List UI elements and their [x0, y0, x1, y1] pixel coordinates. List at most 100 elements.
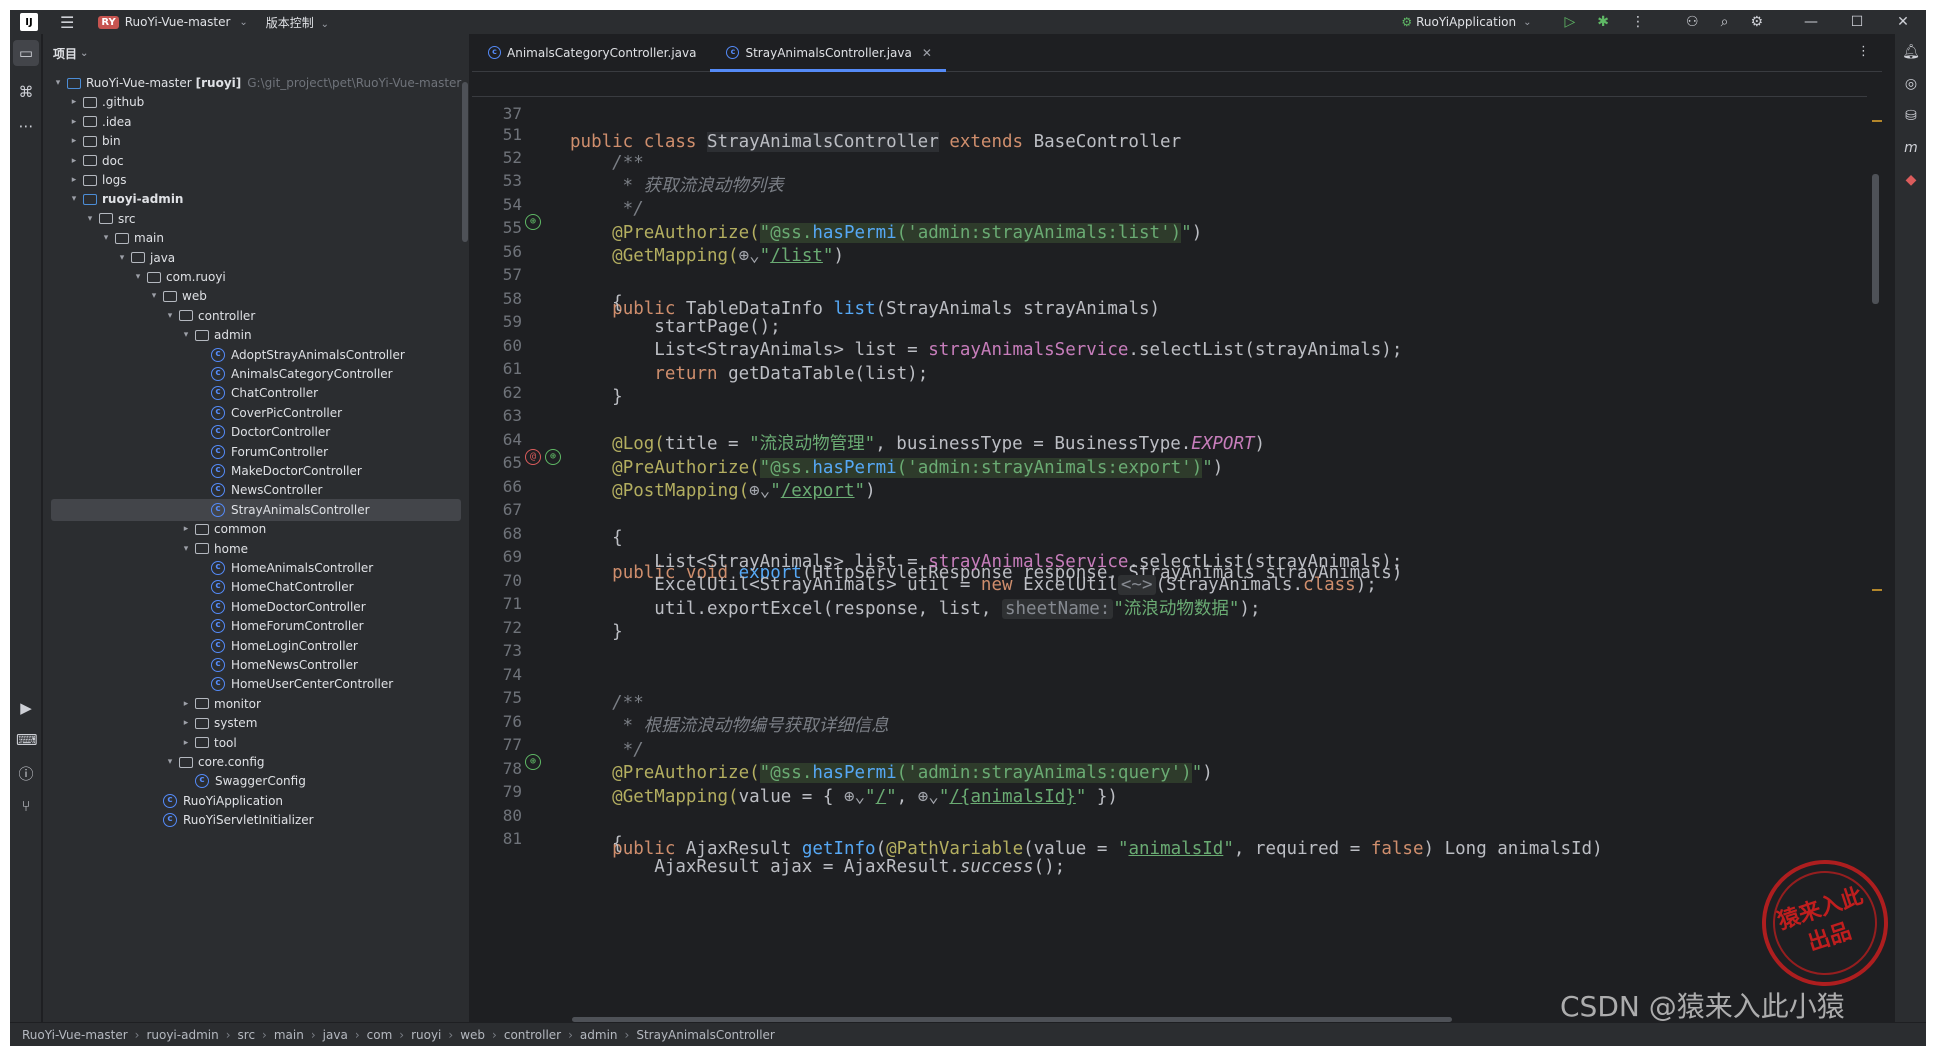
- plugin-icon[interactable]: ◆: [1901, 170, 1921, 190]
- tab-animals-category-controller[interactable]: c AnimalsCategoryController.java: [472, 34, 710, 71]
- line-number: 81: [502, 829, 522, 848]
- warning-marker[interactable]: [1872, 120, 1882, 122]
- breadcrumb-item[interactable]: controller: [504, 1028, 561, 1042]
- tree-item-label: admin: [214, 328, 252, 343]
- endpoint-gutter-icon[interactable]: ⊕: [545, 449, 561, 465]
- tree-item-label: ChatController: [231, 386, 319, 401]
- folder-icon: [83, 116, 97, 128]
- breadcrumb-item[interactable]: RuoYi-Vue-master: [22, 1028, 128, 1042]
- project-panel-scrollbar[interactable]: [462, 82, 468, 242]
- chevron-right-icon[interactable]: ▸: [67, 117, 81, 127]
- project-panel-header[interactable]: 项目 ⌄: [43, 34, 469, 72]
- chevron-right-icon[interactable]: ▸: [67, 175, 81, 185]
- chevron-right-icon[interactable]: ▸: [179, 718, 193, 728]
- close-icon[interactable]: ✕: [922, 46, 932, 60]
- tree-item-label: NewsController: [231, 483, 323, 498]
- run-config-name: RuoYiApplication: [1416, 15, 1517, 29]
- more-tools-icon[interactable]: ⋯: [16, 116, 36, 136]
- more-tabs-icon[interactable]: ⋮: [1857, 44, 1870, 59]
- chevron-right-icon[interactable]: ▸: [67, 136, 81, 146]
- maven-icon[interactable]: m: [1901, 138, 1921, 158]
- minimize-icon[interactable]: —: [1788, 14, 1834, 30]
- tree-item-class[interactable]: c RuoYiServletInitializer: [43, 809, 469, 831]
- endpoint-gutter-icon[interactable]: ⊕: [525, 214, 541, 230]
- chevron-down-icon[interactable]: ▾: [163, 311, 177, 321]
- class-icon: c: [488, 46, 501, 59]
- folder-icon: [195, 737, 209, 749]
- editor-vertical-scrollbar[interactable]: [1872, 174, 1879, 304]
- database-icon[interactable]: ⛁: [1901, 106, 1921, 126]
- search-icon[interactable]: ⌕: [1721, 14, 1729, 30]
- chevron-down-icon[interactable]: ▾: [163, 757, 177, 767]
- chevron-down-icon[interactable]: ▾: [115, 253, 129, 263]
- breadcrumb-item[interactable]: StrayAnimalsController: [636, 1028, 775, 1042]
- tree-item-label: CoverPicController: [231, 405, 343, 420]
- more-actions-icon[interactable]: ⋮: [1631, 14, 1645, 30]
- breadcrumb-item[interactable]: java: [323, 1028, 348, 1042]
- chevron-down-icon[interactable]: ▾: [131, 272, 145, 282]
- chevron-down-icon[interactable]: ▾: [51, 78, 65, 88]
- breadcrumb-item[interactable]: src: [238, 1028, 256, 1042]
- structure-tool-icon[interactable]: ⌘: [16, 82, 36, 102]
- tab-stray-animals-controller[interactable]: c StrayAnimalsController.java ✕: [710, 34, 947, 72]
- override-gutter-icon[interactable]: @: [525, 449, 541, 465]
- tree-item-label: .idea: [102, 114, 132, 129]
- breadcrumb-item[interactable]: main: [274, 1028, 304, 1042]
- folder-icon: [179, 756, 193, 768]
- debug-icon[interactable]: ✱: [1597, 14, 1609, 30]
- breadcrumb-item[interactable]: ruoyi-admin: [146, 1028, 218, 1042]
- chevron-down-icon: ⌄: [80, 47, 89, 59]
- chevron-down-icon: ⌄: [320, 18, 330, 30]
- services-tool-icon[interactable]: ▶: [16, 698, 36, 718]
- chevron-down-icon[interactable]: ▾: [179, 330, 193, 340]
- close-icon[interactable]: ✕: [1880, 14, 1926, 30]
- project-tool-icon[interactable]: ▭: [13, 40, 39, 66]
- tree-item-label: controller: [198, 308, 256, 323]
- chevron-down-icon[interactable]: ▾: [67, 194, 81, 204]
- app-logo-icon[interactable]: IJ: [20, 13, 38, 31]
- vcs-menu[interactable]: 版本控制 ⌄: [266, 14, 329, 31]
- chevron-down-icon[interactable]: ▾: [83, 214, 97, 224]
- breadcrumb-item[interactable]: web: [460, 1028, 485, 1042]
- maximize-icon[interactable]: ☐: [1834, 14, 1880, 30]
- endpoint-gutter-icon[interactable]: ⊕: [525, 754, 541, 770]
- git-tool-icon[interactable]: ⑂: [16, 796, 36, 816]
- folder-icon: [83, 174, 97, 186]
- class-icon: c: [211, 405, 225, 420]
- tree-item-label: tool: [214, 735, 237, 750]
- terminal-tool-icon[interactable]: ⌨: [16, 730, 38, 750]
- project-badge: RY: [98, 15, 119, 29]
- chevron-right-icon[interactable]: ▸: [67, 156, 81, 166]
- chevron-right-icon: ›: [310, 1027, 316, 1042]
- chevron-right-icon[interactable]: ▸: [179, 524, 193, 534]
- tree-item-label: MakeDoctorController: [231, 464, 362, 478]
- project-switcher[interactable]: RY RuoYi-Vue-master ⌄: [98, 15, 248, 29]
- settings-icon[interactable]: ⚙: [1750, 14, 1763, 30]
- notifications-icon[interactable]: 🔔︎: [1901, 42, 1921, 62]
- chevron-down-icon: ⌄: [239, 16, 248, 28]
- add-user-icon[interactable]: ⚇: [1686, 14, 1699, 30]
- breadcrumb-item[interactable]: ruoyi: [411, 1028, 441, 1042]
- chevron-right-icon[interactable]: ▸: [67, 97, 81, 107]
- title-bar: IJ ☰ RY RuoYi-Vue-master ⌄ 版本控制 ⌄ ⚙ RuoY…: [10, 10, 1926, 34]
- code-editor[interactable]: c AnimalsCategoryController.java c Stray…: [472, 34, 1882, 1022]
- tree-item-label: HomeUserCenterController: [231, 677, 394, 692]
- main-menu-icon[interactable]: ☰: [60, 13, 74, 32]
- problems-tool-icon[interactable]: ⓘ: [16, 764, 36, 784]
- chevron-down-icon[interactable]: ▾: [147, 291, 161, 301]
- ai-assistant-icon[interactable]: ◎: [1901, 74, 1921, 94]
- run-config-selector[interactable]: ⚙ RuoYiApplication ⌄: [1401, 15, 1531, 29]
- run-icon[interactable]: ▷: [1565, 14, 1576, 30]
- watermark-text: CSDN @猿来入此小猿: [1560, 990, 1845, 1023]
- chevron-right-icon[interactable]: ▸: [179, 699, 193, 709]
- class-icon: c: [163, 793, 177, 808]
- tree-item-label: HomeNewsController: [231, 658, 358, 672]
- chevron-down-icon[interactable]: ▾: [99, 233, 113, 243]
- chevron-right-icon[interactable]: ▸: [179, 738, 193, 748]
- chevron-down-icon[interactable]: ▾: [179, 544, 193, 554]
- breadcrumb-item[interactable]: admin: [580, 1028, 618, 1042]
- tree-item-label: DoctorController: [231, 425, 331, 440]
- breadcrumb-item[interactable]: com: [367, 1028, 393, 1042]
- class-icon: c: [211, 599, 225, 614]
- warning-marker[interactable]: [1872, 589, 1882, 591]
